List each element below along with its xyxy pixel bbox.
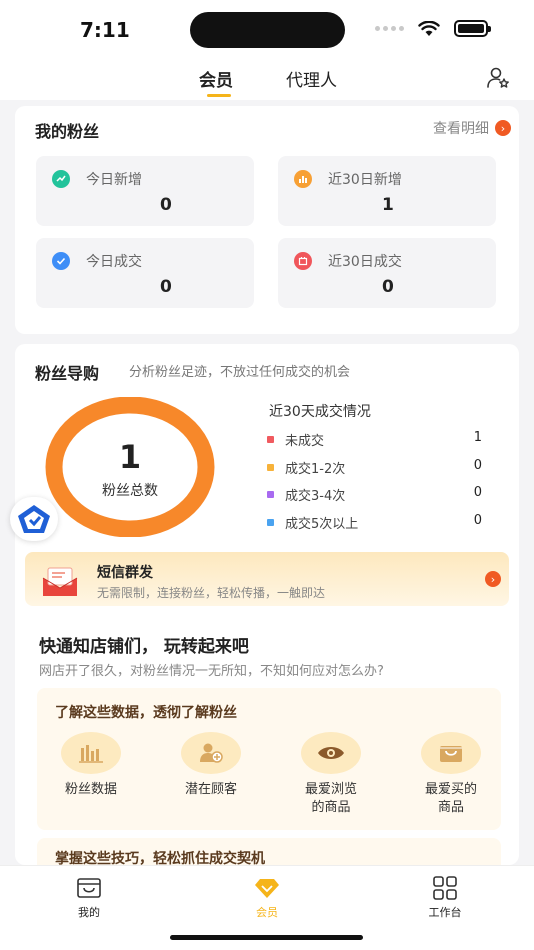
stat-label: 近30日成交: [328, 254, 402, 270]
fan-guide-title: 粉丝导购: [35, 364, 100, 383]
legend-item: 成交5次以上 0: [267, 513, 482, 533]
check-icon: [52, 252, 70, 270]
wifi-icon: [418, 20, 440, 36]
top-nav: 会员 代理人: [0, 56, 534, 100]
legend-value: 1: [473, 430, 482, 445]
stat-label: 近30日新增: [328, 172, 402, 188]
status-bar: 7:11: [0, 0, 534, 56]
feature-label: 最爱浏览 的商品: [304, 782, 357, 815]
fan-guide-card: 粉丝导购 分析粉丝足迹，不放过任何成交的机会 1 粉丝总数 近30天成交情况 未…: [15, 344, 519, 878]
stat-value: 0: [382, 277, 394, 297]
legend-label: 成交5次以上: [285, 517, 359, 532]
calendar-icon: [294, 252, 312, 270]
tab-agent[interactable]: 代理人: [286, 66, 337, 91]
legend-value: 0: [473, 513, 482, 528]
sms-title: 短信群发: [97, 565, 153, 581]
bar-chart-icon: [61, 732, 121, 774]
diamond-icon: [255, 879, 279, 898]
status-icons: [375, 20, 491, 37]
data-insights-panel: 了解这些数据，透彻了解粉丝 粉丝数据 潜在顾客 最爱浏览 的商品 最爱买的 商品: [37, 688, 501, 830]
home-indicator: [170, 935, 363, 940]
legend-item: 未成交 1: [267, 430, 482, 450]
fan-guide-subtitle: 分析粉丝足迹，不放过任何成交的机会: [129, 365, 351, 380]
feature-most-viewed[interactable]: 最爱浏览 的商品: [283, 732, 379, 822]
sms-description: 无需限制，连接粉丝，轻松传播，一触即达: [97, 586, 326, 600]
promo-subtitle: 网店开了很久，对粉丝情况一无所知，不知如何应对怎么办?: [39, 664, 384, 679]
eye-icon: [301, 732, 361, 774]
tab-member[interactable]: 会员: [199, 66, 233, 97]
legend-item: 成交1-2次 0: [267, 458, 482, 478]
stat-value: 0: [160, 277, 172, 297]
legend-swatch: [267, 464, 274, 471]
view-details-link[interactable]: 查看明细 ›: [433, 118, 511, 138]
legend-value: 0: [473, 485, 482, 500]
grid-icon: [433, 876, 457, 900]
sms-broadcast-banner[interactable]: 短信群发 无需限制，连接粉丝，轻松传播，一触即达 ›: [25, 552, 509, 606]
tab-label: 工作台: [428, 906, 462, 919]
status-time: 7:11: [80, 18, 130, 42]
legend-swatch: [267, 436, 274, 443]
legend-label: 成交3-4次: [285, 489, 346, 504]
fans-total-value: 1: [118, 438, 142, 476]
tab-member-bottom[interactable]: 会员: [227, 876, 307, 920]
user-plus-icon: [181, 732, 241, 774]
legend-title: 近30天成交情况: [269, 404, 371, 420]
data-panel-title: 了解这些数据，透彻了解粉丝: [55, 705, 237, 721]
stat-today-new[interactable]: 今日新增 0: [36, 156, 254, 226]
envelope-icon: [42, 567, 78, 596]
stat-label: 今日新增: [86, 172, 142, 188]
user-star-icon[interactable]: [486, 66, 510, 90]
promo-title: 快通知店铺们， 玩转起来吧: [39, 637, 249, 657]
stat-today-deals[interactable]: 今日成交 0: [36, 238, 254, 308]
tab-workbench[interactable]: 工作台: [405, 876, 485, 920]
stat-value: 0: [160, 195, 172, 215]
battery-icon: [454, 20, 491, 37]
legend-swatch: [267, 519, 274, 526]
my-fans-title: 我的粉丝: [35, 122, 100, 141]
legend-label: 成交1-2次: [285, 462, 346, 477]
store-icon: [77, 878, 101, 898]
stat-30day-deals[interactable]: 近30日成交 0: [278, 238, 496, 308]
stat-30day-new[interactable]: 近30日新增 1: [278, 156, 496, 226]
legend-value: 0: [473, 458, 482, 473]
feature-fan-data[interactable]: 粉丝数据: [43, 732, 139, 822]
chevron-right-icon: ›: [495, 120, 511, 136]
feature-label: 最爱买的 商品: [424, 782, 477, 815]
legend-swatch: [267, 491, 274, 498]
view-details-label: 查看明细: [433, 121, 489, 137]
dynamic-island: [190, 12, 345, 48]
bar-chart-icon: [294, 170, 312, 188]
fans-total-label: 粉丝总数: [102, 483, 158, 499]
signal-icon: [375, 26, 404, 31]
my-fans-card: 我的粉丝 查看明细 › 今日新增 0 近30日新增 1 今日成交 0 近30日成…: [15, 106, 519, 334]
tab-label: 我的: [78, 906, 100, 919]
basket-icon: [421, 732, 481, 774]
feature-most-bought[interactable]: 最爱买的 商品: [403, 732, 499, 822]
floating-logo-icon[interactable]: [10, 497, 58, 541]
chevron-right-icon: ›: [485, 571, 501, 587]
stat-label: 今日成交: [86, 254, 142, 270]
trend-icon: [52, 170, 70, 188]
legend-label: 未成交: [285, 434, 325, 449]
tab-label: 会员: [256, 906, 278, 919]
feature-label: 粉丝数据: [64, 782, 117, 797]
feature-potential-customers[interactable]: 潜在顾客: [163, 732, 259, 822]
stat-value: 1: [382, 195, 394, 215]
tab-mine[interactable]: 我的: [49, 876, 129, 920]
legend-item: 成交3-4次 0: [267, 485, 482, 505]
feature-label: 潜在顾客: [184, 782, 237, 797]
